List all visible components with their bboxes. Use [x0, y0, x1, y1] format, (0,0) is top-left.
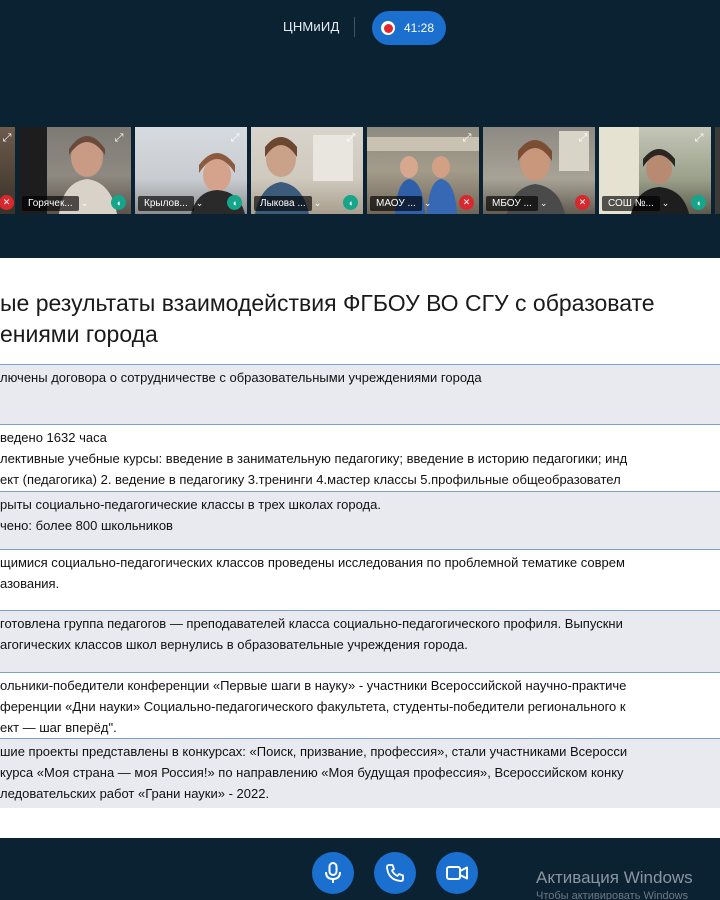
row-text: лективные учебные курсы: введение в зани…: [0, 451, 628, 466]
row-text: ольники-победители конференции «Первые ш…: [0, 678, 627, 693]
table-row: ольники-победители конференции «Первые ш…: [0, 672, 720, 738]
divider: [354, 17, 355, 37]
row-text: готовлена группа педагогов — преподавате…: [0, 616, 623, 631]
row-text: шие проекты представлены в конкурсах: «П…: [0, 744, 628, 759]
conference-org-name: ЦНМиИД: [283, 19, 340, 34]
headset-icon: ◖: [343, 195, 358, 210]
recording-indicator[interactable]: 41:28: [372, 11, 446, 45]
row-text: агогических классов школ вернулись в обр…: [0, 637, 468, 652]
expand-icon[interactable]: ⤢: [0, 131, 14, 145]
expand-icon[interactable]: ⤢: [692, 131, 706, 145]
expand-icon[interactable]: ⤢: [228, 131, 242, 145]
expand-icon[interactable]: ⤢: [344, 131, 358, 145]
participant-name: Крылов...: [138, 195, 194, 211]
phone-icon: [386, 864, 404, 882]
mic-muted-icon: ✕: [459, 195, 474, 210]
row-text: ференции «Дни науки» Социально-педагогич…: [0, 699, 626, 714]
chevron-down-icon[interactable]: ⌄: [424, 198, 432, 209]
microphone-button[interactable]: [312, 852, 354, 894]
chevron-down-icon[interactable]: ⌄: [196, 198, 204, 209]
camera-button[interactable]: [436, 852, 478, 894]
chevron-down-icon[interactable]: ⌄: [314, 198, 322, 209]
participant-tile[interactable]: ⤢ МАОУ ... ⌄ ✕: [367, 127, 479, 214]
windows-activation-subtext: Чтобы активировать Windows: [536, 890, 689, 900]
expand-icon[interactable]: ⤢: [460, 131, 474, 145]
participant-tile[interactable]: [715, 127, 720, 214]
row-text: щимися социально-педагогических классов …: [0, 555, 625, 570]
participant-name: СОШ №...: [602, 195, 660, 211]
table-row: щимися социально-педагогических классов …: [0, 549, 720, 610]
record-icon: [381, 21, 395, 35]
participant-tile[interactable]: ⤢ Горячек... ⌄ ◖: [19, 127, 131, 214]
row-text: ледовательских работ «Грани науки» - 202…: [0, 786, 270, 801]
table-row: готовлена группа педагогов — преподавате…: [0, 610, 720, 672]
participants-strip: ⤢ ✕ ⤢ Горячек... ⌄ ◖ ⤢ Крылов... ⌄ ◖ ⤢ Л…: [0, 127, 720, 214]
shared-presentation-slide: ые результаты взаимодействия ФГБОУ ВО СГ…: [0, 258, 720, 838]
table-row: ведено 1632 часа лективные учебные курсы…: [0, 424, 720, 491]
participant-name: Горячек...: [22, 195, 79, 211]
row-text: лючены договора о сотрудничестве с образ…: [0, 370, 482, 385]
participant-tile[interactable]: ⤢ Лыкова ... ⌄ ◖: [251, 127, 363, 214]
expand-icon[interactable]: ⤢: [576, 131, 590, 145]
headset-icon: ◖: [227, 195, 242, 210]
table-row: рыты социально-педагогические классы в т…: [0, 491, 720, 549]
row-text: ведено 1632 часа: [0, 430, 107, 445]
slide-title: ые результаты взаимодействия ФГБОУ ВО СГ…: [0, 288, 720, 350]
chevron-down-icon[interactable]: ⌄: [540, 198, 548, 209]
participant-tile[interactable]: ⤢ Крылов... ⌄ ◖: [135, 127, 247, 214]
windows-activation-watermark: Активация Windows: [536, 868, 693, 887]
participant-name: Лыкова ...: [254, 195, 312, 211]
chevron-down-icon[interactable]: ⌄: [81, 198, 89, 209]
table-row: шие проекты представлены в конкурсах: «П…: [0, 738, 720, 808]
expand-icon[interactable]: ⤢: [112, 131, 126, 145]
recording-timer: 41:28: [404, 21, 435, 35]
row-text: азования.: [0, 576, 60, 591]
row-text: рыты социально-педагогические классы в т…: [0, 497, 381, 512]
mic-muted-icon: ✕: [575, 195, 590, 210]
headset-icon: ◖: [111, 195, 126, 210]
chevron-down-icon[interactable]: ⌄: [662, 198, 670, 209]
top-bar: ЦНМиИД 41:28: [0, 0, 720, 60]
participant-tile[interactable]: ⤢ ✕: [0, 127, 15, 214]
participant-tile[interactable]: ⤢ СОШ №... ⌄ ◖: [599, 127, 711, 214]
row-text: курса «Моя страна — моя Россия!» по напр…: [0, 765, 624, 780]
slide-title-line: ениями города: [0, 321, 158, 347]
row-text: ект — шаг вперёд".: [0, 720, 117, 735]
headset-icon: ◖: [691, 195, 706, 210]
participant-name: МБОУ ...: [486, 195, 538, 211]
table-row: лючены договора о сотрудничестве с образ…: [0, 364, 720, 424]
end-call-button[interactable]: [374, 852, 416, 894]
row-text: чено: более 800 школьников: [0, 518, 173, 533]
camera-icon: [446, 866, 468, 880]
participant-tile[interactable]: ⤢ МБОУ ... ⌄ ✕: [483, 127, 595, 214]
row-text: ект (педагогика) 2. ведение в педагогику…: [0, 472, 621, 487]
microphone-icon: [325, 862, 341, 883]
slide-title-line: ые результаты взаимодействия ФГБОУ ВО СГ…: [0, 290, 655, 316]
participant-name: МАОУ ...: [370, 195, 422, 211]
